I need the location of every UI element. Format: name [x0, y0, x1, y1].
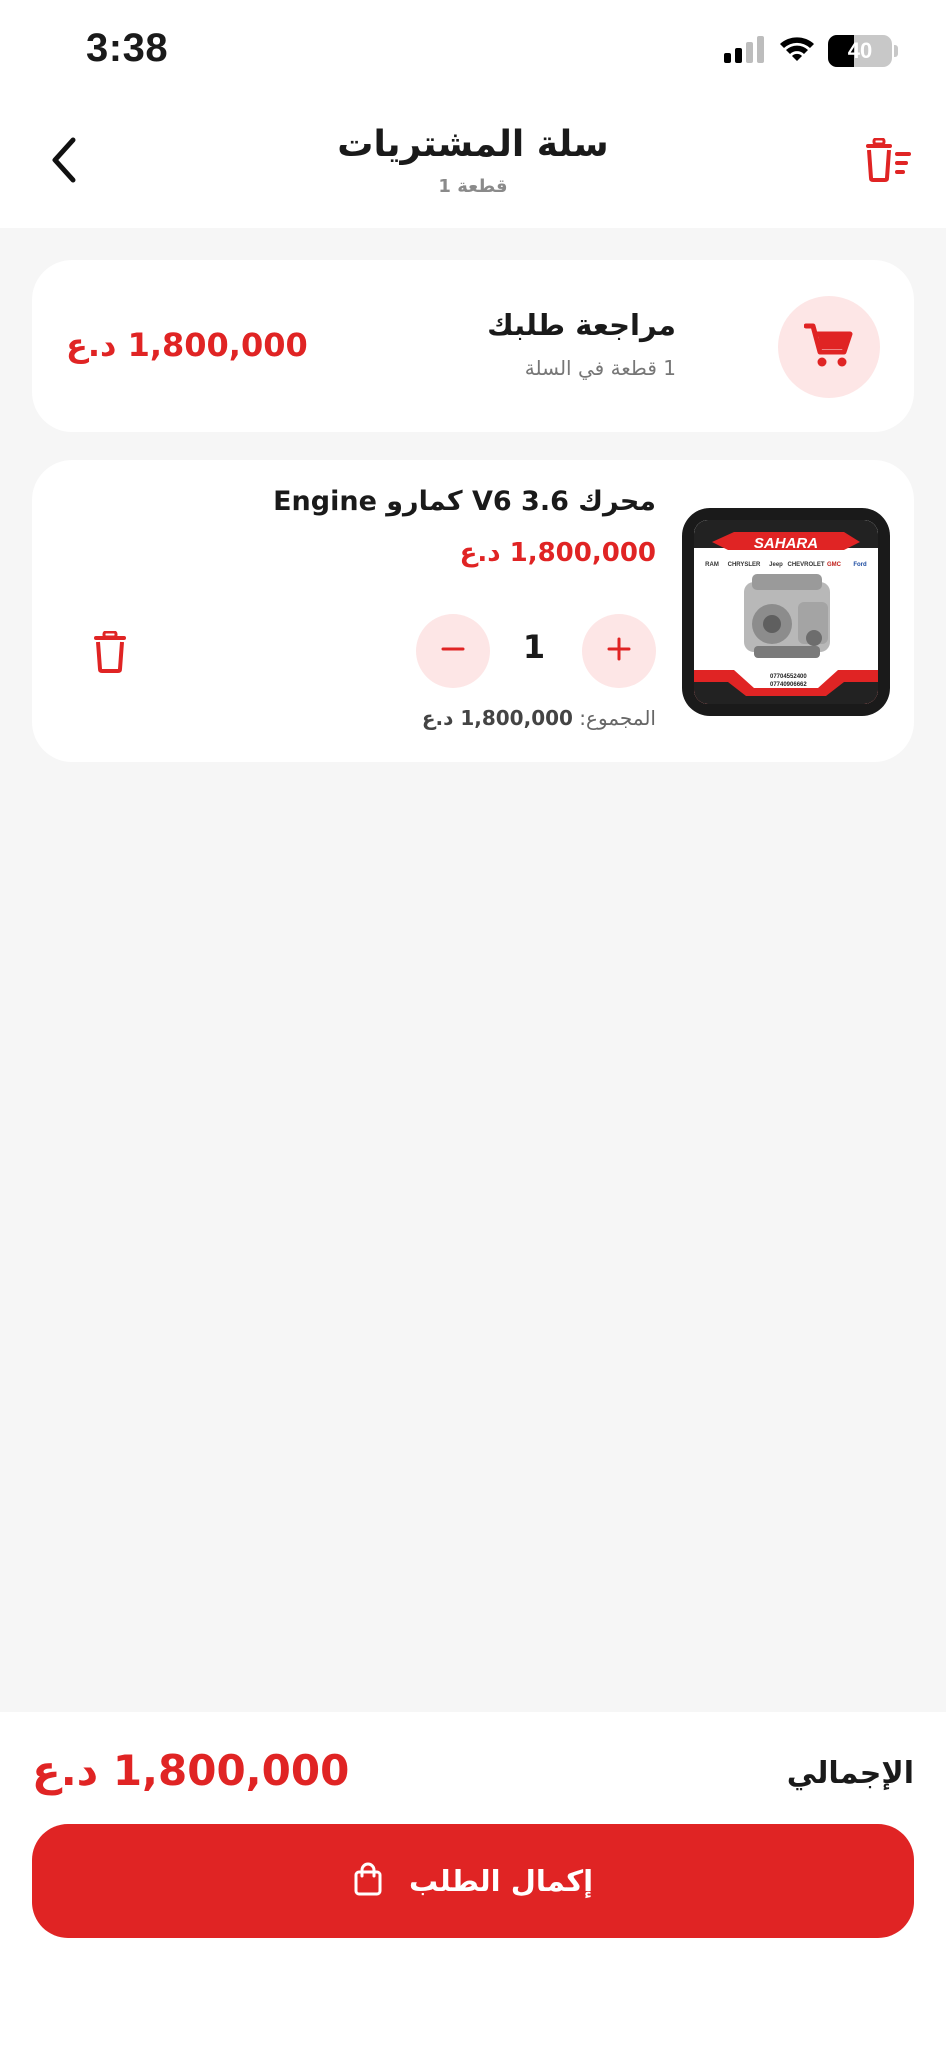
summary-item-count: 1 قطعة في السلة: [524, 356, 676, 380]
logo-ford: Ford: [853, 562, 867, 568]
wifi-icon: [778, 35, 816, 67]
logo-chevrolet: CHEVROLET: [787, 562, 824, 568]
checkout-bar: الإجمالي 1,800,000 د.ع إكمال الطلب: [0, 1712, 946, 2048]
summary-title: مراجعة طلبك: [487, 308, 676, 342]
minus-icon: [440, 636, 466, 666]
phone-1: 07704552400: [770, 674, 807, 680]
decrease-quantity-button[interactable]: [416, 614, 490, 688]
product-price: 1,800,000 د.ع: [459, 538, 656, 568]
page-subtitle: 1 قطعة: [438, 176, 508, 197]
page-title: سلة المشتريات: [337, 124, 609, 165]
logo-jeep: Jeep: [769, 562, 783, 568]
order-summary-card: مراجعة طلبك 1 قطعة في السلة 1,800,000 د.…: [32, 260, 914, 432]
engine-block: [744, 574, 830, 658]
grand-total-label: الإجمالي: [786, 1756, 914, 1791]
logo-ram: RAM: [705, 562, 719, 568]
app-header: سلة المشتريات 1 قطعة: [0, 100, 946, 228]
phone-2: 07740906662: [770, 682, 807, 688]
cart-badge: [778, 296, 880, 398]
checkout-label: إكمال الطلب: [409, 1864, 594, 1898]
signal-icon: [722, 35, 766, 67]
brand-logo-text: SAHARA: [754, 535, 818, 552]
grand-total-value: 1,800,000 د.ع: [32, 1746, 350, 1795]
clear-cart-button[interactable]: [860, 134, 916, 190]
increase-quantity-button[interactable]: [582, 614, 656, 688]
status-bar: 3:38 40: [0, 0, 946, 100]
product-image-frame: SAHARA RAM CHRYSLER Jeep CHEVROLET GMC F…: [694, 520, 878, 704]
plus-icon: [606, 636, 632, 666]
item-subtotal-label: المجموع:: [579, 706, 656, 730]
cart-item: SAHARA RAM CHRYSLER Jeep CHEVROLET GMC F…: [32, 460, 914, 762]
trash-icon: [93, 630, 127, 677]
checkout-button[interactable]: إكمال الطلب: [32, 1824, 914, 1938]
remove-item-button[interactable]: [82, 626, 138, 682]
item-subtotal-value: 1,800,000 د.ع: [421, 706, 573, 730]
status-icons: 40: [722, 34, 898, 68]
battery-cap: [894, 45, 898, 57]
trash-list-icon: [863, 137, 913, 186]
battery-icon: 40: [828, 35, 892, 67]
engine-image: SAHARA RAM CHRYSLER Jeep CHEVROLET GMC F…: [694, 520, 878, 704]
product-image[interactable]: SAHARA RAM CHRYSLER Jeep CHEVROLET GMC F…: [682, 508, 890, 716]
product-name[interactable]: محرك V6 3.6 كمارو Engine: [273, 486, 656, 517]
shopping-bag-icon: [353, 1862, 383, 1900]
battery-level: 40: [847, 38, 873, 63]
status-time: 3:38: [86, 26, 169, 70]
logo-chrysler: CHRYSLER: [728, 562, 761, 568]
cart-icon: [803, 322, 854, 372]
summary-total: 1,800,000 د.ع: [66, 326, 308, 364]
quantity-value: 1: [522, 628, 546, 666]
item-subtotal: المجموع: 1,800,000 د.ع: [422, 706, 656, 730]
logo-gmc: GMC: [827, 562, 842, 568]
